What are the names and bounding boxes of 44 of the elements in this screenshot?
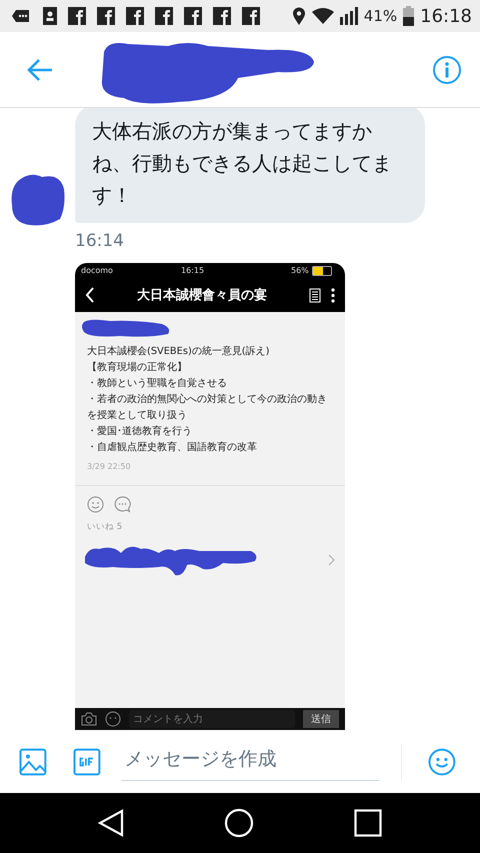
carrier-name: docomo	[81, 266, 114, 275]
smiley-icon[interactable]	[87, 496, 104, 513]
camera-icon[interactable]	[81, 712, 97, 726]
facebook-icon	[184, 7, 202, 25]
post-text: ・愛国･道徳教育を行う	[87, 424, 193, 439]
gif-icon[interactable]	[72, 748, 101, 776]
post-date: 3/29 22:50	[86, 461, 132, 471]
location-icon	[292, 7, 306, 25]
smiley-icon[interactable]	[105, 711, 121, 727]
chat-title: 大日本誠櫻會々員の宴	[136, 286, 268, 304]
contact-icon	[41, 7, 57, 25]
facebook-icon	[126, 7, 144, 25]
comment-field[interactable]: コメントを入力	[129, 710, 295, 728]
message-time: 16:14	[75, 231, 125, 251]
facebook-icon	[68, 7, 86, 25]
status-time: 16:18	[420, 6, 472, 26]
facebook-icon	[97, 7, 115, 25]
status-time: 16:15	[181, 266, 206, 275]
post-text: ・自虐観点歴史教育、国語教育の改革	[87, 440, 258, 455]
send-button[interactable]: 送信	[303, 710, 339, 728]
battery-icon	[403, 6, 414, 26]
post-text: ・若者の政治的無関心への対策として今の政治の動きを授業として取り扱う	[87, 392, 328, 423]
signal-icon	[340, 7, 358, 25]
facebook-icon	[155, 7, 173, 25]
post-text: 大日本誠櫻会(SVEBEs)の統一意見(訴え)	[87, 344, 270, 359]
wifi-icon	[312, 8, 334, 24]
post-text: ・教師という聖職を自覚させる	[87, 376, 228, 391]
info-icon[interactable]	[432, 54, 462, 84]
image-icon[interactable]	[19, 748, 47, 776]
recents-icon[interactable]	[354, 809, 382, 837]
home-icon[interactable]	[224, 808, 254, 838]
battery-percent: 41%	[364, 7, 398, 25]
more-icon[interactable]	[331, 288, 335, 302]
message-bubble: 大体右派の方が集まってますかね、行動もできる人は起こしてます！	[75, 108, 425, 223]
post-text: 【教育現場の正常化】	[87, 360, 188, 375]
emoji-icon[interactable]	[428, 748, 456, 776]
message-icon	[12, 9, 30, 23]
facebook-icon	[242, 7, 260, 25]
comment-icon[interactable]	[114, 496, 131, 513]
facebook-icon	[213, 7, 231, 25]
notes-icon[interactable]	[309, 288, 321, 302]
like-count: いいね 5	[86, 521, 124, 533]
battery-percent: 56%	[291, 266, 309, 275]
battery-icon	[312, 266, 332, 276]
